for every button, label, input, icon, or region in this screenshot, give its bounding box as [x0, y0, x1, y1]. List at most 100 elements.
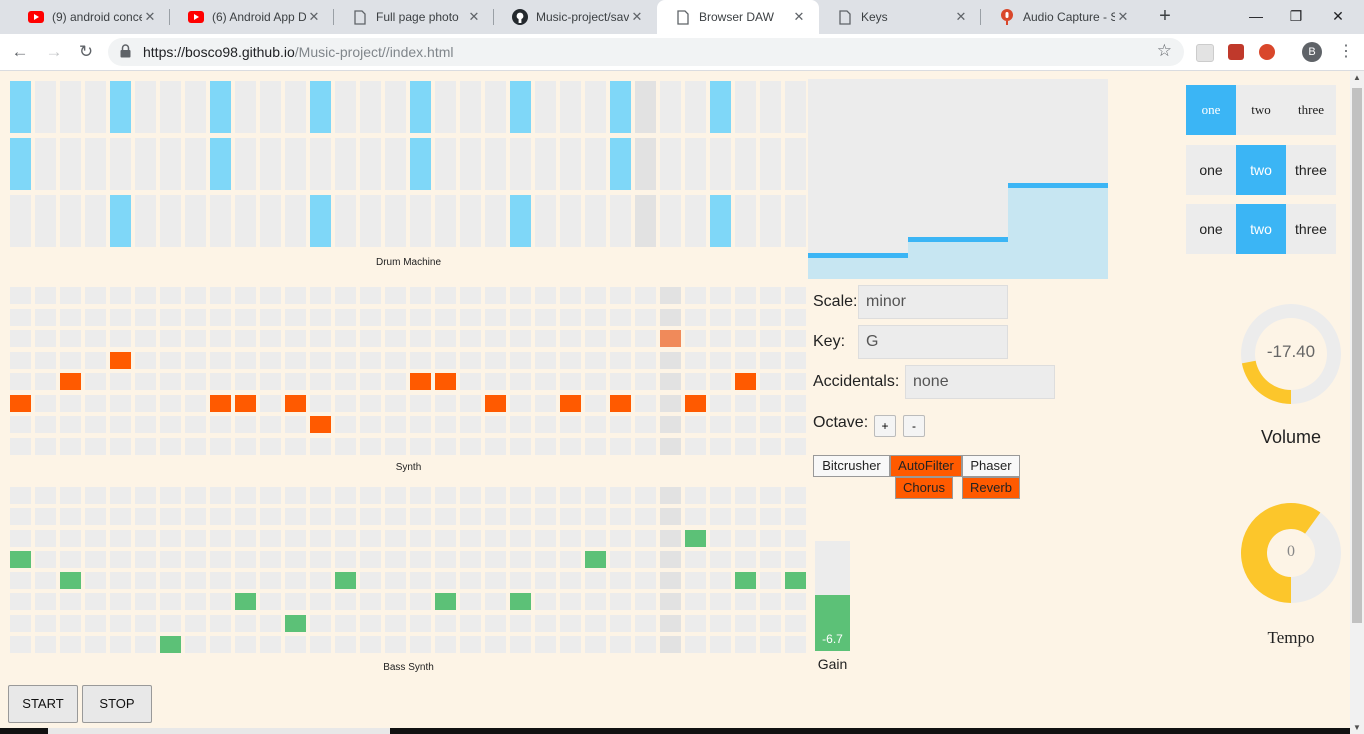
step-cell[interactable]: [185, 373, 206, 390]
step-cell[interactable]: [435, 416, 456, 433]
autofilter-toggle[interactable]: AutoFilter: [890, 455, 962, 477]
step-cell[interactable]: [510, 81, 531, 133]
step-cell[interactable]: [635, 394, 656, 412]
step-cell[interactable]: [685, 81, 706, 133]
step-cell[interactable]: [60, 138, 81, 190]
step-cell[interactable]: [185, 287, 206, 304]
step-cell[interactable]: [35, 529, 56, 547]
step-cell[interactable]: [135, 308, 156, 326]
step-cell[interactable]: [435, 81, 456, 133]
step-cell[interactable]: [110, 614, 131, 632]
step-cell[interactable]: [660, 373, 681, 390]
step-cell[interactable]: [235, 636, 256, 654]
step-cell[interactable]: [560, 416, 581, 433]
step-cell[interactable]: [760, 81, 781, 133]
step-cell[interactable]: [510, 287, 531, 304]
step-cell[interactable]: [560, 351, 581, 369]
step-cell[interactable]: [260, 330, 281, 347]
step-cell[interactable]: [85, 593, 106, 611]
step-cell[interactable]: [60, 287, 81, 304]
step-cell[interactable]: [310, 614, 331, 632]
step-cell[interactable]: [285, 614, 306, 632]
step-cell[interactable]: [310, 487, 331, 504]
step-cell[interactable]: [185, 614, 206, 632]
step-cell[interactable]: [10, 550, 31, 568]
step-cell[interactable]: [10, 195, 31, 247]
step-cell[interactable]: [385, 529, 406, 547]
step-cell[interactable]: [285, 437, 306, 455]
step-cell[interactable]: [710, 593, 731, 611]
step-cell[interactable]: [260, 593, 281, 611]
step-cell[interactable]: [285, 550, 306, 568]
step-cell[interactable]: [660, 330, 681, 347]
step-cell[interactable]: [85, 572, 106, 590]
step-cell[interactable]: [460, 195, 481, 247]
step-cell[interactable]: [60, 437, 81, 455]
step-cell[interactable]: [335, 416, 356, 433]
step-cell[interactable]: [160, 614, 181, 632]
step-cell[interactable]: [685, 487, 706, 504]
step-cell[interactable]: [235, 373, 256, 390]
step-cell[interactable]: [260, 195, 281, 247]
step-cell[interactable]: [360, 195, 381, 247]
step-cell[interactable]: [510, 330, 531, 347]
step-cell[interactable]: [685, 138, 706, 190]
step-cell[interactable]: [260, 487, 281, 504]
step-cell[interactable]: [335, 636, 356, 654]
step-cell[interactable]: [760, 330, 781, 347]
step-cell[interactable]: [560, 195, 581, 247]
step-cell[interactable]: [585, 394, 606, 412]
step-cell[interactable]: [410, 487, 431, 504]
step-cell[interactable]: [110, 572, 131, 590]
step-cell[interactable]: [185, 351, 206, 369]
step-cell[interactable]: [260, 287, 281, 304]
step-cell[interactable]: [460, 394, 481, 412]
step-cell[interactable]: [260, 636, 281, 654]
radio-option-one[interactable]: one: [1186, 85, 1236, 135]
step-cell[interactable]: [260, 572, 281, 590]
step-cell[interactable]: [285, 373, 306, 390]
step-cell[interactable]: [560, 81, 581, 133]
step-cell[interactable]: [585, 287, 606, 304]
step-cell[interactable]: [635, 287, 656, 304]
step-cell[interactable]: [60, 308, 81, 326]
step-cell[interactable]: [360, 394, 381, 412]
step-cell[interactable]: [485, 138, 506, 190]
step-cell[interactable]: [485, 593, 506, 611]
step-cell[interactable]: [210, 138, 231, 190]
step-cell[interactable]: [110, 394, 131, 412]
step-cell[interactable]: [35, 330, 56, 347]
stop-button[interactable]: STOP: [82, 685, 152, 723]
step-cell[interactable]: [310, 593, 331, 611]
step-cell[interactable]: [235, 195, 256, 247]
step-cell[interactable]: [485, 373, 506, 390]
step-cell[interactable]: [685, 437, 706, 455]
step-cell[interactable]: [260, 416, 281, 433]
step-cell[interactable]: [710, 636, 731, 654]
step-cell[interactable]: [60, 636, 81, 654]
step-cell[interactable]: [85, 437, 106, 455]
step-cell[interactable]: [160, 195, 181, 247]
close-tab-icon[interactable]: ✕: [306, 9, 322, 25]
bookmark-star-icon[interactable]: ☆: [1157, 41, 1172, 61]
step-cell[interactable]: [10, 81, 31, 133]
step-cell[interactable]: [35, 508, 56, 526]
step-cell[interactable]: [585, 593, 606, 611]
step-cell[interactable]: [585, 487, 606, 504]
step-cell[interactable]: [410, 529, 431, 547]
step-cell[interactable]: [160, 636, 181, 654]
step-cell[interactable]: [735, 487, 756, 504]
step-cell[interactable]: [785, 614, 806, 632]
step-cell[interactable]: [360, 416, 381, 433]
step-cell[interactable]: [235, 330, 256, 347]
step-cell[interactable]: [160, 593, 181, 611]
tab-audio-capture[interactable]: Audio Capture - Sc ✕: [981, 0, 1143, 34]
step-cell[interactable]: [360, 437, 381, 455]
step-cell[interactable]: [785, 394, 806, 412]
step-cell[interactable]: [110, 487, 131, 504]
step-cell[interactable]: [285, 416, 306, 433]
step-cell[interactable]: [660, 308, 681, 326]
step-cell[interactable]: [35, 394, 56, 412]
step-cell[interactable]: [160, 287, 181, 304]
step-cell[interactable]: [210, 508, 231, 526]
